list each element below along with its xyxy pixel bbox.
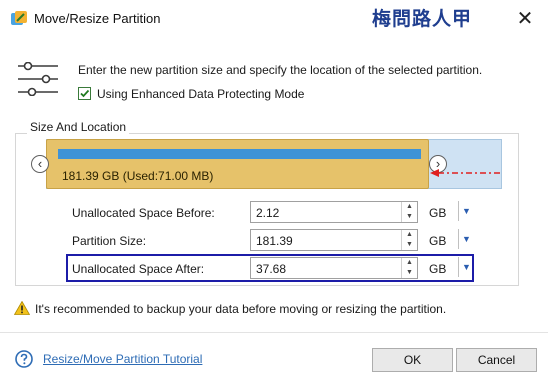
unit-dropdown-icon[interactable]: ▼ [462,206,471,216]
spin-up-icon[interactable]: ▲ [402,202,417,212]
partition-size-unit: GB [429,234,447,248]
unallocated-after-spinner[interactable]: ▲ ▼ [401,258,417,278]
unallocated-before-unit: GB [429,206,447,220]
partition-usage-bar [58,149,421,159]
unallocated-after-label: Unallocated Space After: [72,262,205,276]
warning-text: It's recommended to backup your data bef… [35,302,447,316]
app-icon [10,10,28,28]
red-dashed-arrow-icon [430,167,502,177]
unallocated-after-input[interactable] [254,259,398,279]
footer-divider [0,332,548,333]
tutorial-link[interactable]: Resize/Move Partition Tutorial [43,352,202,366]
enhanced-mode-checkbox[interactable] [78,87,91,100]
unit-dropdown-icon[interactable]: ▼ [462,262,471,272]
watermark: 梅問路人甲 [372,8,473,30]
spin-up-icon[interactable]: ▲ [402,230,417,240]
chevron-left-icon: ‹ [37,156,43,171]
left-resize-handle[interactable]: ‹ [31,155,49,173]
spin-down-icon[interactable]: ▼ [402,268,417,278]
partition-size-spinner[interactable]: ▲ ▼ [401,230,417,250]
unallocated-before-label: Unallocated Space Before: [72,206,215,220]
unit-dropdown-icon[interactable]: ▼ [462,234,471,244]
unallocated-before-field[interactable]: ▲ ▼ [250,201,418,223]
spin-up-icon[interactable]: ▲ [402,258,417,268]
unallocated-after-unit: GB [429,262,447,276]
unallocated-before-spinner[interactable]: ▲ ▼ [401,202,417,222]
unallocated-after-field[interactable]: ▲ ▼ [250,257,418,279]
close-icon: ✕ [516,8,534,30]
unit-divider [458,229,459,249]
unit-divider [458,257,459,277]
spin-down-icon[interactable]: ▼ [402,240,417,250]
intro-text: Enter the new partition size and specify… [78,63,483,77]
partition-size-input[interactable] [254,231,398,251]
spin-down-icon[interactable]: ▼ [402,212,417,222]
close-button[interactable]: ✕ [514,8,536,30]
checkmark-icon [80,89,90,98]
cancel-button[interactable]: Cancel [456,348,537,372]
partition-size-label: Partition Size: [72,234,147,248]
help-icon[interactable] [15,350,33,368]
partition-label: 181.39 GB (Used:71.00 MB) [62,169,214,183]
partition-size-field[interactable]: ▲ ▼ [250,229,418,251]
sliders-icon [18,61,58,97]
unallocated-before-input[interactable] [254,203,398,223]
window-title: Move/Resize Partition [34,11,161,26]
enhanced-mode-label[interactable]: Using Enhanced Data Protecting Mode [97,87,304,101]
unit-divider [458,201,459,221]
group-title: Size And Location [27,120,130,134]
warning-icon [13,300,31,315]
ok-button[interactable]: OK [372,348,453,372]
